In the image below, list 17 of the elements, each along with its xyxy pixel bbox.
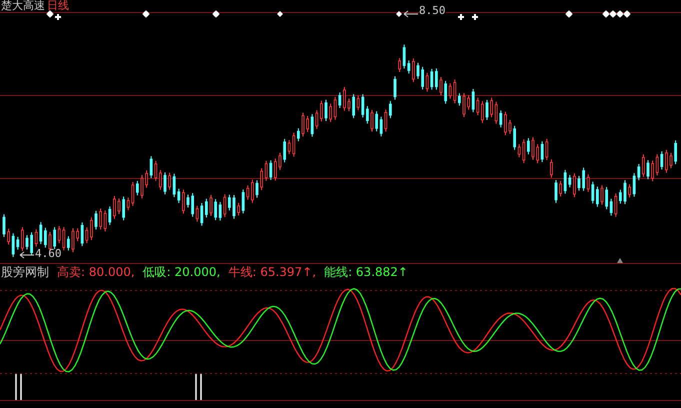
indicator-value: 低吸: 20.000, bbox=[142, 264, 220, 281]
indicator-value: 牛线: 65.397↑, bbox=[228, 264, 316, 281]
indicator-value: 能线: 63.882↑ bbox=[324, 264, 408, 281]
high-price-label: 8.50 bbox=[419, 4, 446, 17]
high-price-pointer-icon bbox=[404, 10, 418, 18]
chart-period: 日线 bbox=[47, 0, 69, 12]
stock-name: 楚大高速 bbox=[1, 0, 45, 12]
triangle-icon bbox=[617, 258, 623, 263]
indicator-value: 高卖: 80.000, bbox=[57, 264, 135, 281]
diamond-marker-icon bbox=[396, 11, 402, 17]
indicator-name: 股旁网制 bbox=[1, 264, 49, 281]
low-price-label: 4.60 bbox=[35, 247, 62, 260]
diamond-marker-icon bbox=[277, 11, 283, 17]
cross-marker-icon bbox=[457, 13, 465, 21]
cross-marker-icon bbox=[471, 13, 479, 21]
low-price-pointer-icon bbox=[20, 252, 34, 258]
cross-marker-icon bbox=[54, 13, 62, 21]
